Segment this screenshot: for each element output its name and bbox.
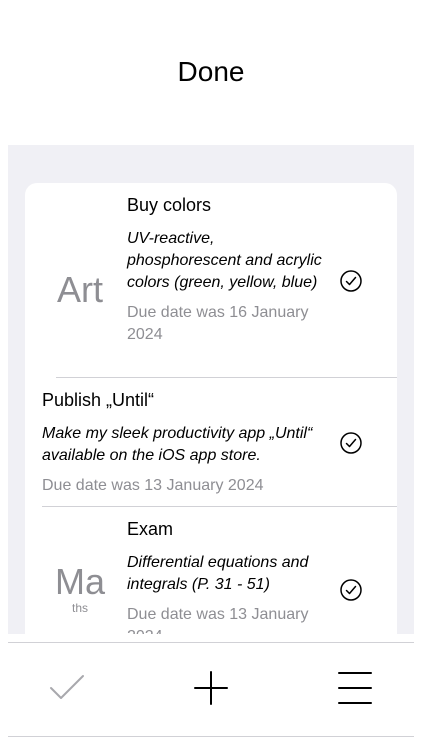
page-title: Done bbox=[177, 56, 245, 87]
task-note: UV-reactive, phosphorescent and acrylic … bbox=[127, 230, 322, 291]
menu-icon bbox=[337, 670, 373, 711]
task-row[interactable]: Ma ths Exam Differential equations and i… bbox=[25, 507, 397, 634]
task-list: Art Buy colors UV-reactive, phosphoresce… bbox=[25, 183, 397, 634]
task-due-date: Due date was 13 January 2024 bbox=[42, 477, 264, 494]
checkmark-icon bbox=[49, 673, 85, 708]
task-title: Exam bbox=[127, 519, 174, 539]
task-list-background: Art Buy colors UV-reactive, phosphoresce… bbox=[8, 145, 414, 634]
category-tag-sublabel: ths bbox=[71, 601, 88, 615]
task-row[interactable]: Art Buy colors UV-reactive, phosphoresce… bbox=[25, 183, 397, 377]
task-due-date: Due date was 16 January 2024 bbox=[127, 304, 309, 343]
plus-icon bbox=[193, 670, 229, 711]
toolbar-bottom-divider bbox=[8, 736, 414, 737]
task-due-date: Due date was 13 January 2024 bbox=[127, 606, 309, 634]
task-note: Make my sleek productivity app „Until“ a… bbox=[42, 425, 313, 464]
category-tag: Art bbox=[25, 269, 135, 311]
task-title: Publish „Until“ bbox=[42, 390, 155, 410]
done-checkmark-icon[interactable] bbox=[339, 269, 363, 293]
add-task-button[interactable] bbox=[189, 668, 233, 712]
category-tag: Ma ths bbox=[25, 561, 135, 615]
task-title: Buy colors bbox=[127, 195, 212, 215]
toolbar-divider bbox=[8, 642, 414, 643]
task-row[interactable]: Publish „Until“ Make my sleek productivi… bbox=[25, 378, 397, 507]
task-note: Differential equations and integrals (P.… bbox=[127, 554, 309, 593]
done-checkmark-icon[interactable] bbox=[339, 431, 363, 455]
category-tag-label: Art bbox=[56, 269, 103, 310]
menu-button[interactable] bbox=[333, 668, 377, 712]
category-tag-label: Ma bbox=[54, 561, 105, 602]
checkmark-button[interactable] bbox=[45, 668, 89, 712]
done-checkmark-icon[interactable] bbox=[339, 578, 363, 602]
